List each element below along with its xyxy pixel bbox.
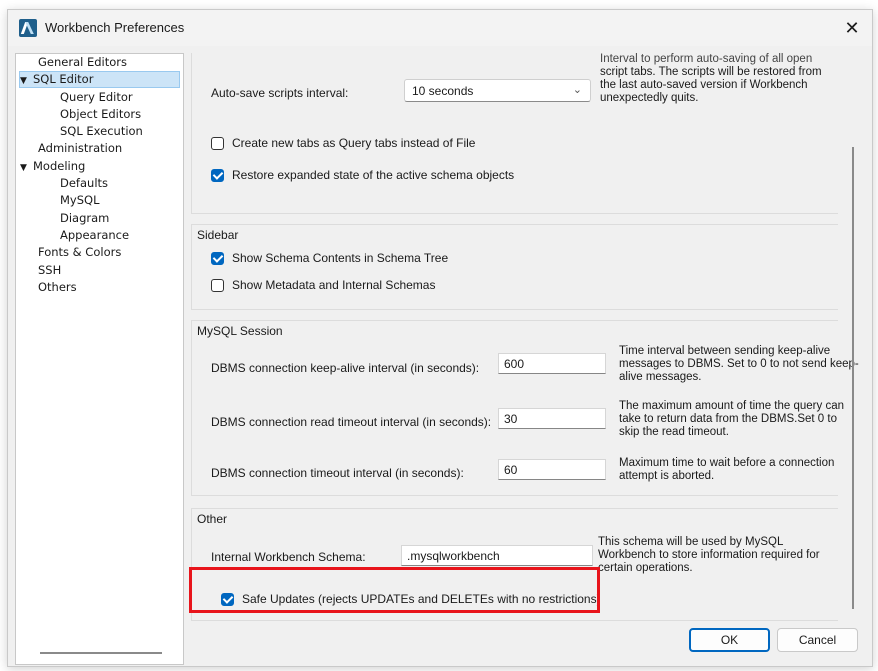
tree-item-label: Defaults [60,176,109,190]
other-group-title: Other [197,512,228,526]
autosave-label: Auto-save scripts interval: [211,86,349,100]
show-schema-checkbox-row[interactable]: Show Schema Contents in Schema Tree [211,251,448,265]
tree-item-sql-editor[interactable]: ▼ SQL Editor [19,71,180,88]
safe-updates-highlight-box [189,567,600,613]
tree-item-others[interactable]: Others [38,279,77,296]
query-tabs-checkbox[interactable] [211,136,224,150]
tree-item-label: SQL Execution [60,124,143,138]
conn-timeout-input[interactable]: 60 [498,459,606,480]
tree-item-administration[interactable]: Administration [38,140,122,157]
window-title: Workbench Preferences [45,20,185,35]
show-schema-label: Show Schema Contents in Schema Tree [232,251,449,265]
preferences-content: Auto-save scripts interval: 10 seconds ⌄… [188,53,867,621]
tree-item-label: Object Editors [60,107,142,121]
sidebar-group: Sidebar Show Schema Contents in Schema T… [191,224,838,310]
tree-item-modeling[interactable]: ▼ Modeling [20,158,85,175]
mysql-session-group: MySQL Session DBMS connection keep-alive… [191,320,859,496]
sql-editor-group: Auto-save scripts interval: 10 seconds ⌄… [191,53,838,214]
internal-schema-input[interactable]: .mysqlworkbench [401,545,593,566]
mysql-session-title: MySQL Session [197,324,283,338]
keepalive-label: DBMS connection keep-alive interval (in … [211,361,480,375]
restore-state-checkbox[interactable] [211,168,224,182]
read-timeout-label: DBMS connection read timeout interval (i… [211,415,492,429]
autosave-description-cut: Interval to perform auto-saving of all o… [600,53,813,65]
autosave-interval-select[interactable]: 10 seconds ⌄ [404,79,591,102]
tree-item-sql-execution[interactable]: SQL Execution [60,123,143,140]
show-metadata-checkbox[interactable] [211,278,224,292]
read-timeout-description: The maximum amount of time the query can… [619,400,844,438]
keepalive-input[interactable]: 600 [498,353,606,374]
tree-item-ssh[interactable]: SSH [38,262,61,279]
internal-schema-description: This schema will be used by MySQL Workbe… [598,536,820,574]
chevron-down-icon: ⌄ [572,84,582,96]
tree-item-label: MySQL [60,193,100,207]
show-metadata-checkbox-row[interactable]: Show Metadata and Internal Schemas [211,278,435,292]
tree-item-appearance[interactable]: Appearance [60,227,129,244]
tree-item-mysql[interactable]: MySQL [60,192,100,209]
tree-item-diagram[interactable]: Diagram [60,210,109,227]
tree-item-object-editors[interactable]: Object Editors [60,106,141,123]
tree-item-label: Fonts & Colors [38,245,122,259]
conn-timeout-description: Maximum time to wait before a connection… [619,457,835,482]
expand-arrow-icon[interactable]: ▼ [20,74,33,89]
tree-item-label: SSH [38,263,62,277]
close-button[interactable]: ✕ [842,18,862,38]
tree-item-label: Administration [38,141,123,155]
query-tabs-label: Create new tabs as Query tabs instead of… [232,136,476,150]
tree-item-label: SQL Editor [33,72,94,86]
tree-item-label: Query Editor [60,90,133,104]
read-timeout-input[interactable]: 30 [498,408,606,429]
tree-item-fonts-colors[interactable]: Fonts & Colors [38,244,121,261]
sidebar-group-title: Sidebar [197,228,239,242]
preferences-tree: General Editors ▼ SQL Editor Query Editor… [15,53,184,665]
tree-item-label: Modeling [33,159,86,173]
content-vertical-scrollbar[interactable] [852,147,854,609]
tree-item-general-editors[interactable]: General Editors [38,54,127,71]
conn-timeout-label: DBMS connection timeout interval (in sec… [211,466,464,480]
restore-state-label: Restore expanded state of the active sch… [232,168,515,182]
keepalive-description: Time interval between sending keep-alive… [619,345,859,383]
tree-item-defaults[interactable]: Defaults [60,175,108,192]
ok-button[interactable]: OK [689,628,770,652]
autosave-value: 10 seconds [412,84,474,98]
query-tabs-checkbox-row[interactable]: Create new tabs as Query tabs instead of… [211,136,475,150]
tree-item-label: General Editors [38,55,128,69]
autosave-description: script tabs. The scripts will be restore… [600,66,822,104]
title-bar: Workbench Preferences ✕ [8,10,872,46]
tree-item-query-editor[interactable]: Query Editor [60,89,133,106]
expand-arrow-icon[interactable]: ▼ [20,160,33,177]
sidebar-horizontal-scrollbar[interactable] [40,652,162,654]
restore-state-checkbox-row[interactable]: Restore expanded state of the active sch… [211,168,514,182]
show-metadata-label: Show Metadata and Internal Schemas [232,278,436,292]
tree-item-label: Others [38,280,77,294]
tree-item-label: Appearance [60,228,130,242]
workbench-logo-icon [19,19,37,37]
tree-item-label: Diagram [60,211,110,225]
internal-schema-label: Internal Workbench Schema: [211,550,366,564]
cancel-button[interactable]: Cancel [777,628,858,652]
show-schema-checkbox[interactable] [211,251,224,265]
